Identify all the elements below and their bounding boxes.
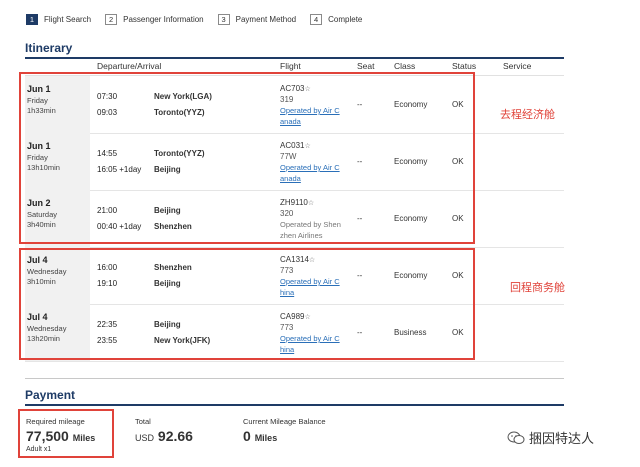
watermark: 捆因特达人	[507, 428, 594, 447]
step-payment-method: 3 Payment Method	[217, 13, 297, 25]
total-value: USD 92.66	[135, 428, 193, 444]
payment-divider	[25, 404, 564, 406]
payment-title: Payment	[25, 388, 76, 402]
header-class: Class	[394, 61, 416, 71]
step-number: 1	[26, 13, 38, 25]
itinerary-divider	[25, 57, 564, 59]
step-number: 2	[105, 13, 118, 25]
watermark-text: 捆因特达人	[529, 431, 595, 446]
itinerary-title: Itinerary	[25, 41, 73, 55]
mileage-balance-value: 0 Miles	[243, 428, 278, 444]
wechat-icon	[507, 431, 525, 444]
step-label: Payment Method	[235, 14, 297, 24]
step-passenger-information: 2 Passenger Information	[105, 13, 204, 25]
header-status: Status	[452, 61, 477, 71]
step-complete: 4 Complete	[310, 13, 363, 25]
mileage-highlight-box	[18, 409, 114, 458]
return-highlight-box	[19, 248, 475, 360]
return-note: 回程商务舱	[510, 282, 565, 294]
step-label: Passenger Information	[123, 14, 204, 24]
header-departure-arrival: Departure/Arrival	[97, 61, 162, 71]
step-label: Complete	[328, 14, 363, 24]
mileage-balance-label: Current Mileage Balance	[243, 417, 326, 426]
outbound-note: 去程经济舱	[500, 109, 555, 121]
payment-top-divider	[25, 378, 564, 379]
header-service: Service	[503, 61, 532, 71]
header-seat: Seat	[357, 61, 375, 71]
step-label: Flight Search	[44, 14, 92, 24]
step-flight-search: 1 Flight Search	[26, 13, 92, 25]
step-number: 4	[310, 13, 323, 25]
total-label: Total	[135, 417, 151, 426]
header-flight: Flight	[280, 61, 301, 71]
step-number: 3	[217, 13, 230, 25]
booking-steps: 1 Flight Search 2 Passenger Information …	[26, 11, 376, 27]
outbound-highlight-box	[19, 72, 475, 244]
